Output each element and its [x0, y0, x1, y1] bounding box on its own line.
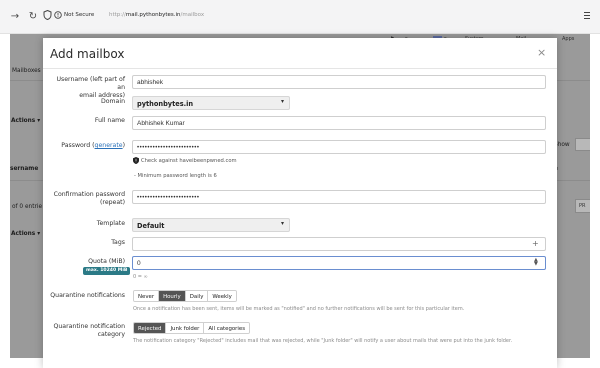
url-path: /mailbox: [180, 12, 205, 18]
confirm-password-input[interactable]: ••••••••••••••••••••••••: [132, 190, 546, 204]
confirm-password-label-line1: Confirmation password: [53, 191, 125, 198]
dialog-title: Add mailbox: [50, 47, 125, 61]
confirm-password-label: Confirmation password (repeat): [47, 191, 125, 207]
domain-label: Domain: [100, 98, 125, 105]
option-never[interactable]: Never: [134, 291, 160, 301]
option-all-categories[interactable]: All categories: [204, 323, 250, 333]
actions-dropdown-2: Actions ▾: [11, 231, 41, 237]
quarantine-notifications-toggle: Never Hourly Daily Weekly: [133, 290, 237, 302]
tags-label: Tags: [111, 239, 125, 246]
quarantine-category-toggle: Rejected Junk folder All categories: [133, 322, 251, 334]
add-tag-icon[interactable]: +: [532, 239, 539, 248]
fullname-input[interactable]: Abhishek Kumar: [132, 116, 546, 130]
password-label-text: Password (: [61, 142, 95, 149]
quota-spinner[interactable]: ▲ ▼: [534, 258, 538, 267]
quarantine-category-label: Quarantine notification category: [47, 323, 125, 339]
username-column-header: sername: [10, 166, 39, 172]
tags-input[interactable]: [132, 237, 546, 251]
quarantine-category-help: The notification category "Rejected" inc…: [133, 338, 513, 344]
template-label: Template: [96, 220, 125, 227]
username-input[interactable]: abhishek: [132, 75, 546, 89]
forward-arrow-icon[interactable]: →: [8, 10, 22, 24]
tab-mailboxes: Mailboxes: [12, 68, 41, 74]
password-label-suffix: ): [122, 142, 125, 149]
option-hourly[interactable]: Hourly: [159, 291, 186, 301]
confirm-password-mask: ••••••••••••••••••••••••: [137, 195, 200, 201]
quarantine-notifications-label: Quarantine notifications: [50, 292, 125, 299]
close-icon[interactable]: ×: [537, 47, 546, 59]
username-label: Username (left part of an email address): [47, 76, 125, 100]
url-host: mail.pythonbytes.in: [125, 12, 181, 18]
confirm-password-label-line2: (repeat): [100, 199, 125, 206]
username-label-line1: Username (left part of an: [56, 76, 125, 91]
warning-icon: [51, 10, 65, 24]
show-select: [575, 138, 590, 151]
dialog-divider: [43, 68, 557, 69]
quota-label: Quota (MiB): [88, 258, 125, 265]
generate-password-link[interactable]: generate: [95, 142, 123, 149]
shield-icon: [133, 157, 139, 164]
domain-select[interactable]: pythonbytes.in ▾: [132, 96, 290, 110]
menu-icon[interactable]: [580, 10, 594, 24]
address-bar[interactable]: http://mail.pythonbytes.in/mailbox: [109, 12, 204, 18]
security-label: Not Secure: [64, 12, 95, 18]
password-mask: ••••••••••••••••••••••••: [137, 145, 200, 151]
entries-info: of 0 entrie: [12, 204, 43, 210]
quarantine-category-label-line1: Quarantine notification: [53, 323, 125, 330]
chevron-down-icon: ▾: [280, 98, 284, 105]
browser-toolbar: → ↻ Not Secure http://mail.pythonbytes.i…: [0, 0, 600, 34]
chevron-down-icon: ▾: [280, 220, 284, 227]
url-prefix: http://: [109, 12, 126, 18]
quota-input[interactable]: 0: [132, 256, 546, 270]
hibp-check-link[interactable]: Check against haveibeenpwned.com: [141, 158, 237, 164]
password-min-length-hint: - Minimum password length is 6: [134, 173, 217, 179]
template-select[interactable]: Default ▾: [132, 218, 290, 232]
add-mailbox-dialog: Add mailbox × Username (left part of an …: [43, 38, 557, 368]
password-input[interactable]: ••••••••••••••••••••••••: [132, 140, 546, 154]
domain-value: pythonbytes.in: [137, 100, 194, 108]
quota-max-badge: max. 10240 MiB: [83, 267, 131, 275]
reload-icon[interactable]: ↻: [26, 10, 40, 24]
quarantine-category-label-line2: category: [97, 331, 125, 338]
quota-help: 0 = ∞: [133, 274, 148, 280]
actions-dropdown-1: Actions ▾: [11, 118, 41, 124]
spinner-down-icon[interactable]: ▼: [534, 262, 538, 267]
template-value: Default: [137, 222, 165, 230]
option-weekly[interactable]: Weekly: [208, 291, 236, 301]
option-rejected[interactable]: Rejected: [134, 323, 167, 333]
fullname-label: Full name: [94, 117, 125, 124]
password-label: Password (generate): [47, 142, 125, 150]
option-daily[interactable]: Daily: [185, 291, 209, 301]
pr-label: PR: [579, 203, 586, 209]
option-junk-folder[interactable]: Junk folder: [166, 323, 205, 333]
nav-apps: Apps: [562, 36, 575, 42]
quarantine-notifications-help: Once a notification has been sent, items…: [133, 306, 465, 312]
pr-button: PR: [575, 199, 590, 213]
